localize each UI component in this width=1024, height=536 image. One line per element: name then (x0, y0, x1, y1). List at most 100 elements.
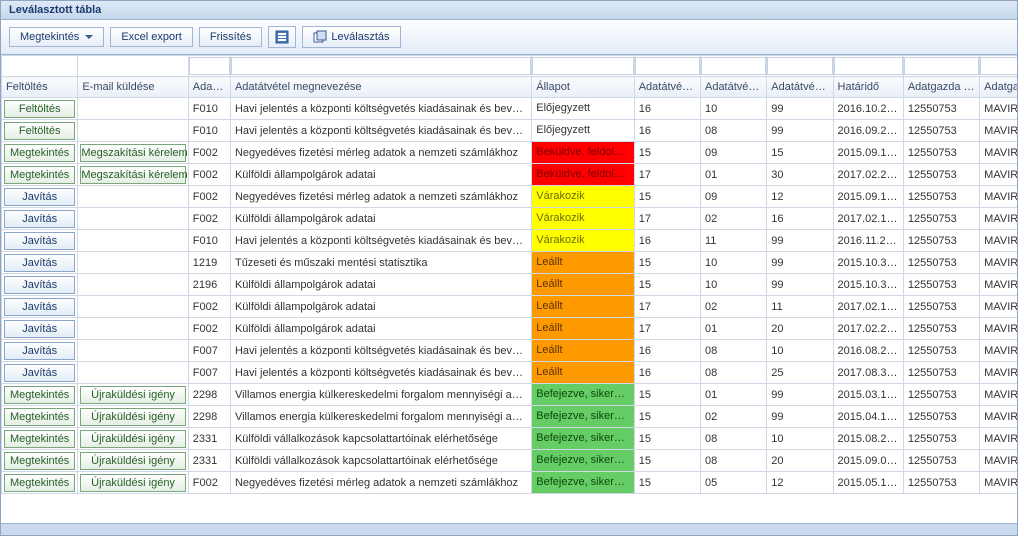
row-action-megtekintes[interactable]: Megtekintés (4, 430, 75, 448)
table-row[interactable]: Javítás2196Külföldi állampolgárok adatai… (2, 274, 1018, 296)
table-row[interactable]: JavításF007Havi jelentés a központi költ… (2, 362, 1018, 384)
status-badge: Leállt (532, 274, 633, 295)
table-row[interactable]: JavításF002Külföldi állampolgárok adatai… (2, 208, 1018, 230)
cell-ownerno: 12550753 (904, 431, 979, 447)
row-action-javitas[interactable]: Javítás (4, 342, 75, 360)
row-action-megtekintes[interactable]: Megtekintés (4, 452, 75, 470)
cell-day: 11 (767, 299, 832, 315)
filter-name[interactable] (231, 57, 531, 75)
cell-deadline: 2015.08.2… (834, 431, 903, 447)
cell-name: Külföldi állampolgárok adatai (231, 211, 531, 227)
refresh-button[interactable]: Frissítés (199, 27, 263, 47)
table-row[interactable]: MegtekintésMegszakítási kérelemF002Negye… (2, 142, 1018, 164)
row-action-javitas[interactable]: Javítás (4, 188, 75, 206)
row-action-feltoltes[interactable]: Feltöltés (4, 100, 75, 118)
table-row[interactable]: MegtekintésÚjraküldési igény2331Külföldi… (2, 450, 1018, 472)
table-row[interactable]: JavításF007Havi jelentés a központi költ… (2, 340, 1018, 362)
col-ownerno[interactable]: Adatgazda törzsszáma (903, 77, 979, 98)
row-action-ujra[interactable]: Újraküldési igény (80, 408, 185, 426)
table-row[interactable]: MegtekintésÚjraküldési igény2298Villamos… (2, 384, 1018, 406)
cell-day: 30 (767, 167, 832, 183)
row-action-feltoltes[interactable]: Feltöltés (4, 122, 75, 140)
cell-year: 15 (635, 277, 700, 293)
row-action-javitas[interactable]: Javítás (4, 210, 75, 228)
row-action-javitas[interactable]: Javítás (4, 298, 75, 316)
grid-settings-button[interactable] (268, 26, 296, 48)
col-year[interactable]: Adatátvétel éve (634, 77, 700, 98)
cell-ownerno: 12550753 (904, 409, 979, 425)
col-state[interactable]: Állapot (532, 77, 634, 98)
detach-button[interactable]: Leválasztás (302, 26, 400, 48)
col-day[interactable]: Adatátvétel napja (767, 77, 833, 98)
row-action-megszak[interactable]: Megszakítási kérelem (80, 144, 185, 162)
filter-year[interactable] (635, 57, 700, 75)
table-row[interactable]: JavításF002Negyedéves fizetési mérleg ad… (2, 186, 1018, 208)
col-deadline[interactable]: Határidő (833, 77, 903, 98)
cell-id: F007 (189, 343, 230, 359)
row-action-megtekintes[interactable]: Megtekintés (4, 166, 75, 184)
row-action-megtekintes[interactable]: Megtekintés (4, 474, 75, 492)
col-ownername[interactable]: Adatgazda neve (980, 77, 1017, 98)
filter-ownerno[interactable] (904, 57, 979, 75)
table-row[interactable]: MegtekintésMegszakítási kérelemF002Külfö… (2, 164, 1018, 186)
table-row[interactable]: MegtekintésÚjraküldési igény2331Külföldi… (2, 428, 1018, 450)
row-action-javitas[interactable]: Javítás (4, 254, 75, 272)
row-action-javitas[interactable]: Javítás (4, 364, 75, 382)
cell-name: Havi jelentés a központi költségvetés ki… (231, 123, 531, 139)
filter-id[interactable] (189, 57, 230, 75)
table-row[interactable]: JavításF010Havi jelentés a központi költ… (2, 230, 1018, 252)
status-badge: Várakozik (532, 230, 633, 251)
view-button[interactable]: Megtekintés (9, 27, 104, 47)
row-action-javitas[interactable]: Javítás (4, 232, 75, 250)
table-row[interactable]: MegtekintésÚjraküldési igényF002Negyedév… (2, 472, 1018, 494)
cell-name: Havi jelentés a központi költségvetés ki… (231, 101, 531, 117)
cell-id: F010 (189, 123, 230, 139)
filter-ownername[interactable] (980, 57, 1017, 75)
cell-deadline: 2015.04.1… (834, 409, 903, 425)
cell-day: 16 (767, 211, 832, 227)
row-action-javitas[interactable]: Javítás (4, 320, 75, 338)
col-id[interactable]: Adatátvétel azonosító (188, 77, 230, 98)
cell-month: 08 (701, 431, 766, 447)
col-month[interactable]: Adatátvétel hónapja (700, 77, 766, 98)
row-action-megtekintes[interactable]: Megtekintés (4, 144, 75, 162)
cell-ownerno: 12550753 (904, 475, 979, 491)
filter-month[interactable] (701, 57, 766, 75)
row-action-ujra[interactable]: Újraküldési igény (80, 474, 185, 492)
cell-month: 11 (701, 233, 766, 249)
row-action-megtekintes[interactable]: Megtekintés (4, 408, 75, 426)
header-row: Feltöltés E-mail küldése Adatátvétel azo… (2, 77, 1018, 98)
cell-id: F002 (189, 189, 230, 205)
table-row[interactable]: Javítás1219Tűzeseti és műszaki mentési s… (2, 252, 1018, 274)
cell-ownerno: 12550753 (904, 277, 979, 293)
table-row[interactable]: FeltöltésF010Havi jelentés a központi kö… (2, 98, 1018, 120)
detach-label: Leválasztás (331, 31, 389, 43)
col-email[interactable]: E-mail küldése (78, 77, 188, 98)
cell-day: 99 (767, 233, 832, 249)
row-action-ujra[interactable]: Újraküldési igény (80, 386, 185, 404)
cell-year: 15 (635, 189, 700, 205)
filter-deadline[interactable] (834, 57, 903, 75)
row-action-megszak[interactable]: Megszakítási kérelem (80, 166, 185, 184)
cell-id: F007 (189, 365, 230, 381)
cell-ownerno: 12550753 (904, 145, 979, 161)
row-action-megtekintes[interactable]: Megtekintés (4, 386, 75, 404)
row-action-ujra[interactable]: Újraküldési igény (80, 430, 185, 448)
row-action-javitas[interactable]: Javítás (4, 276, 75, 294)
table-row[interactable]: JavításF002Külföldi állampolgárok adatai… (2, 318, 1018, 340)
cell-year: 16 (635, 365, 700, 381)
filter-day[interactable] (767, 57, 832, 75)
filter-state[interactable] (532, 57, 633, 75)
grid-scroll-area[interactable]: Feltöltés E-mail küldése Adatátvétel azo… (1, 55, 1017, 523)
excel-export-button[interactable]: Excel export (110, 27, 193, 47)
cell-ownerno: 12550753 (904, 343, 979, 359)
table-row[interactable]: JavításF002Külföldi állampolgárok adatai… (2, 296, 1018, 318)
cell-ownername: MAVIR Magyar Villamosener (980, 255, 1017, 271)
col-upload[interactable]: Feltöltés (2, 77, 78, 98)
table-row[interactable]: MegtekintésÚjraküldési igény2298Villamos… (2, 406, 1018, 428)
table-row[interactable]: Feltöltés F010Havi jelentés a központi kö… (2, 120, 1018, 142)
row-action-ujra[interactable]: Újraküldési igény (80, 452, 185, 470)
cell-id: 1219 (189, 255, 230, 271)
col-name[interactable]: Adatátvétel megnevezése (230, 77, 531, 98)
cell-ownerno: 12550753 (904, 453, 979, 469)
